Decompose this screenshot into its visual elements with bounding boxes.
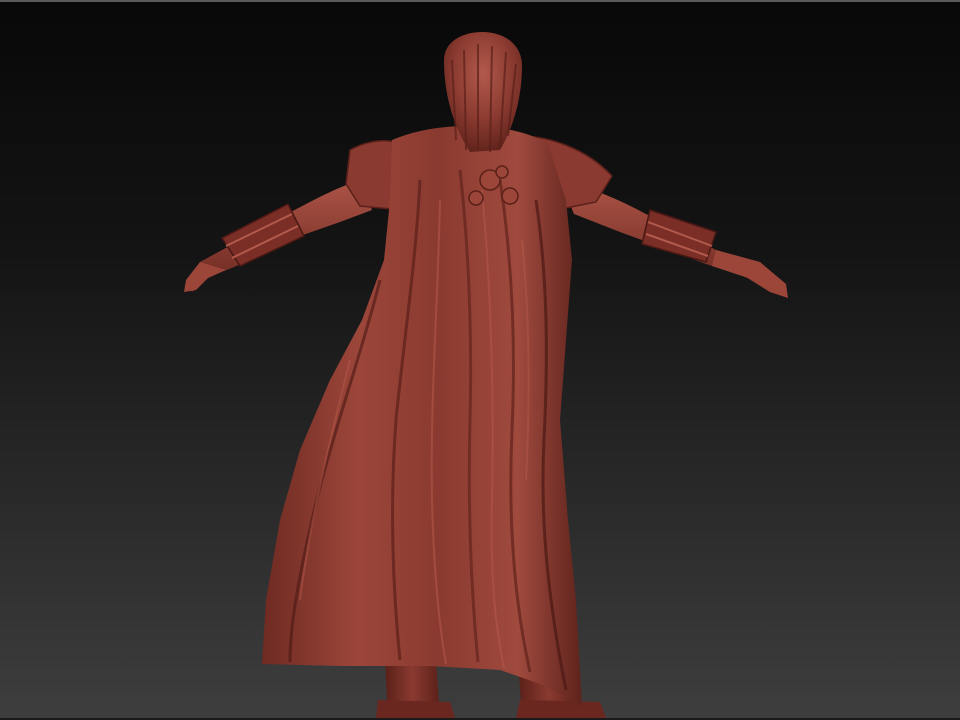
sculpted-figure (184, 32, 788, 718)
sculpt-viewport[interactable] (0, 0, 960, 720)
left-arm (184, 140, 411, 292)
